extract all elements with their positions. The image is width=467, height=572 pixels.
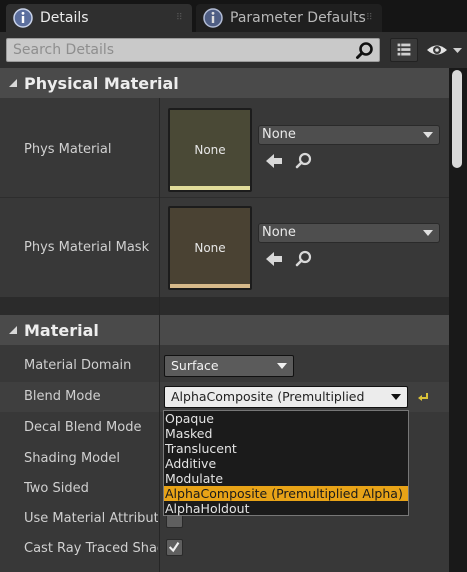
blend-mode-option-alphacomposite[interactable]: AlphaComposite (Premultiplied Alpha) [164,486,408,501]
shading-model-label: Shading Model [24,451,120,466]
chevron-down-icon [423,230,433,236]
column-divider [159,98,160,572]
phys-material-mask-label: Phys Material Mask [24,240,150,255]
cast-ray-traced-shadows-row: Cast Ray Traced Shadows [0,534,449,564]
decal-blend-mode-label: Decal Blend Mode [24,420,142,435]
chevron-down-icon [277,363,287,369]
category-physical-material[interactable]: Physical Material [0,68,449,98]
collapse-triangle-icon [9,79,17,87]
search-toolbar [0,32,467,68]
property-matrix-button[interactable] [390,38,418,62]
phys-material-mask-combo[interactable]: None [258,223,440,243]
scrollbar-thumb[interactable] [452,70,462,168]
tab-parameter-defaults-label: Parameter Defaults [230,10,366,26]
phys-material-label: Phys Material [24,142,112,157]
blend-mode-row: Blend Mode AlphaComposite (Premultiplied… [0,382,449,424]
phys-material-combo[interactable]: None [258,125,440,145]
two-sided-label: Two Sided [24,481,89,496]
category-title: Physical Material [24,73,179,93]
view-options-button[interactable] [424,38,464,62]
collapse-triangle-icon [9,326,17,334]
thumbnail-text: None [194,143,226,157]
thumbnail-text: None [194,241,226,255]
phys-material-mask-thumbnail[interactable]: None [168,206,252,290]
tab-parameter-defaults[interactable]: Parameter Defaults ⠿ [196,4,382,32]
blend-mode-option-additive[interactable]: Additive [164,456,408,471]
chevron-down-icon [423,132,433,138]
parameter-info-icon [203,8,223,28]
tab-drag-grip-icon: ⠿ [366,13,373,23]
blend-mode-label: Blend Mode [24,389,101,404]
blend-mode-dropdown[interactable]: AlphaComposite (Premultiplied Alpha) [164,386,408,424]
blend-mode-option-alphaholdout[interactable]: AlphaHoldout [164,501,408,516]
checkmark-icon [168,542,180,553]
phys-material-mask-value: None [262,225,296,240]
category-material[interactable]: Material [0,315,449,345]
material-domain-label: Material Domain [24,358,132,373]
use-selected-arrow-icon[interactable] [264,151,284,171]
browse-search-icon[interactable] [294,151,314,171]
phys-material-thumbnail[interactable]: None [168,108,252,192]
tab-bar: Details ⠿ Parameter Defaults ⠿ [0,0,467,34]
material-domain-row: Material Domain Surface [0,351,449,381]
material-domain-value: Surface [171,358,219,373]
reset-to-default-icon[interactable] [416,390,430,404]
blend-mode-option-opaque[interactable]: Opaque [164,411,408,426]
category-gap [0,297,449,315]
blend-mode-menu: Opaque Masked Translucent Additive Modul… [163,410,409,516]
vertical-scrollbar[interactable] [449,68,467,572]
tab-details-label: Details [40,10,89,26]
details-info-icon [13,8,33,28]
cast-ray-traced-shadows-label: Cast Ray Traced Shadows [24,541,158,556]
use-material-attributes-label: Use Material Attributes [24,511,158,526]
material-domain-dropdown[interactable]: Surface [164,355,294,377]
phys-material-value: None [262,127,296,142]
use-selected-arrow-icon[interactable] [264,249,284,269]
tab-drag-grip-icon: ⠿ [176,13,183,23]
blend-mode-option-modulate[interactable]: Modulate [164,471,408,486]
eye-icon [427,45,462,55]
phys-material-mask-row: Phys Material Mask None None [0,198,449,297]
browse-search-icon[interactable] [294,249,314,269]
tab-details[interactable]: Details ⠿ [6,4,192,32]
search-input[interactable] [7,39,347,61]
asset-type-color-bar [170,186,250,190]
blend-mode-option-translucent[interactable]: Translucent [164,441,408,456]
category-title: Material [24,320,99,340]
chevron-down-icon [391,394,401,400]
blend-mode-option-masked[interactable]: Masked [164,426,408,441]
search-box [6,38,380,62]
cast-ray-traced-shadows-checkbox[interactable] [166,539,183,556]
phys-material-row: Phys Material None None [0,98,449,197]
search-icon[interactable] [355,41,375,61]
grid-view-icon [397,43,411,56]
asset-type-color-bar [170,284,250,288]
